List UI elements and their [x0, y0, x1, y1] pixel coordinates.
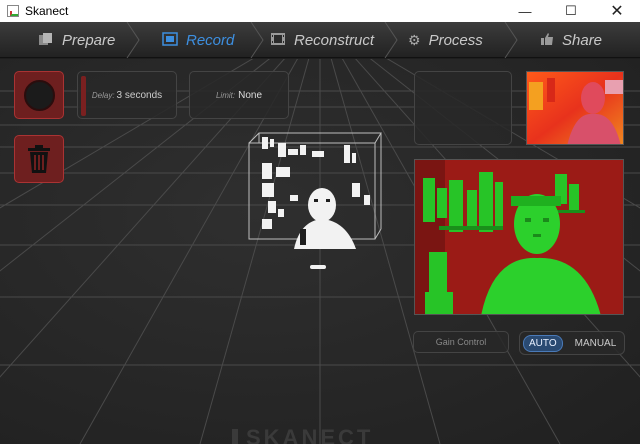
gain-control-label: Gain Control [435, 337, 487, 347]
skanect-app-icon [7, 5, 19, 17]
limit-control[interactable]: Limit: None [189, 71, 289, 119]
tab-reconstruct-label: Reconstruct [294, 31, 375, 49]
delay-slider-handle[interactable] [81, 76, 86, 116]
title-bar: Skanect — ☐ ✕ [0, 0, 640, 22]
depth-map-thumbnail[interactable] [526, 71, 624, 145]
limit-value: None [238, 89, 263, 101]
gears-icon: ⚙ [408, 31, 421, 48]
skanect-watermark: SKANECT [232, 425, 374, 444]
tab-separator [250, 22, 264, 58]
skanect-logo-mark [232, 429, 238, 444]
record-icon [162, 31, 178, 49]
window-title: Skanect [25, 4, 69, 18]
film-icon [270, 32, 286, 49]
trash-icon [28, 145, 50, 173]
limit-label: Limit: [215, 90, 236, 100]
skanect-watermark-text: SKANECT [246, 425, 374, 444]
thumbs-up-icon [540, 32, 554, 49]
record-dot-icon [24, 80, 55, 111]
delay-label: Delay: [91, 90, 115, 100]
prepare-icon [38, 32, 54, 49]
mode-auto-option[interactable]: AUTO [523, 334, 563, 352]
delete-recording-button[interactable] [14, 135, 64, 183]
delay-value: 3 seconds [116, 89, 163, 101]
tab-record-label: Record [186, 31, 235, 49]
exposure-mode-toggle[interactable]: AUTO MANUAL [519, 331, 625, 355]
tab-process[interactable]: ⚙ Process [408, 22, 483, 58]
delay-control[interactable]: Delay: 3 seconds [77, 71, 177, 119]
3d-viewport[interactable]: Delay: 3 seconds Limit: None Gain Contro… [0, 59, 640, 444]
depth-color-overlay-view[interactable] [414, 159, 624, 315]
close-button[interactable]: ✕ [594, 0, 640, 22]
tab-process-label: Process [428, 31, 483, 49]
tab-record[interactable]: Record [162, 22, 234, 58]
gain-control-button[interactable]: Gain Control [413, 331, 509, 353]
tab-prepare[interactable]: Prepare [38, 22, 115, 58]
maximize-button[interactable]: ☐ [548, 0, 594, 22]
tab-reconstruct[interactable]: Reconstruct [270, 22, 374, 58]
minimize-button[interactable]: — [502, 0, 548, 22]
workflow-nav: Prepare Record Reconstruct ⚙ Process Sha… [0, 22, 640, 58]
tab-separator [504, 22, 518, 58]
color-preview-slot [414, 71, 512, 145]
tab-share-label: Share [562, 31, 603, 49]
tab-separator [126, 22, 140, 58]
tab-prepare-label: Prepare [62, 31, 116, 49]
point-cloud-scan [262, 137, 370, 269]
record-button[interactable] [14, 71, 64, 119]
tab-separator [384, 22, 398, 58]
mode-manual-option[interactable]: MANUAL [575, 338, 617, 349]
tab-share[interactable]: Share [540, 22, 602, 58]
